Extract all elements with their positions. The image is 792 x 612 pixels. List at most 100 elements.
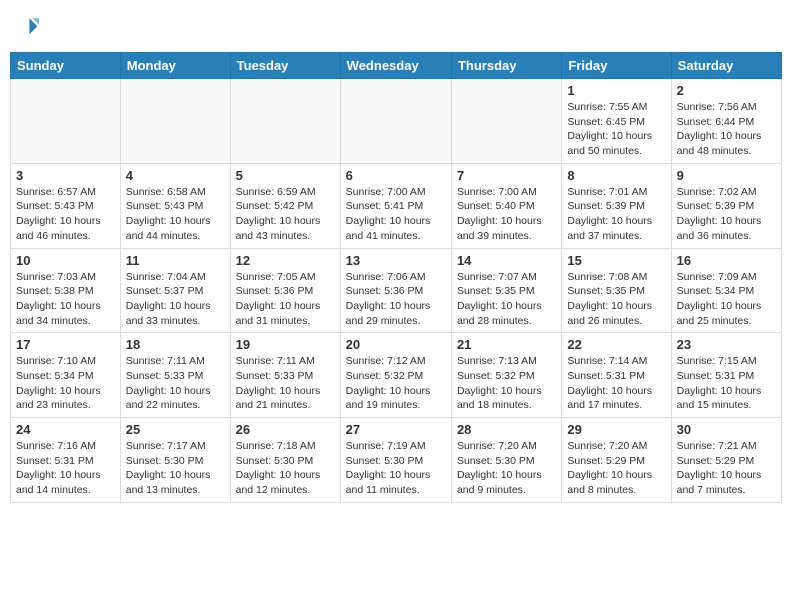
day-info: Sunrise: 7:21 AM Sunset: 5:29 PM Dayligh… bbox=[677, 439, 776, 498]
day-info: Sunrise: 7:55 AM Sunset: 6:45 PM Dayligh… bbox=[567, 100, 665, 159]
calendar-day-cell bbox=[11, 79, 121, 164]
day-info: Sunrise: 6:57 AM Sunset: 5:43 PM Dayligh… bbox=[16, 185, 115, 244]
calendar-day-cell: 29 Sunrise: 7:20 AM Sunset: 5:29 PM Dayli… bbox=[562, 418, 671, 503]
day-number: 6 bbox=[346, 168, 446, 183]
day-info: Sunrise: 7:17 AM Sunset: 5:30 PM Dayligh… bbox=[126, 439, 225, 498]
day-info: Sunrise: 7:16 AM Sunset: 5:31 PM Dayligh… bbox=[16, 439, 115, 498]
calendar-day-cell bbox=[120, 79, 230, 164]
weekday-header-cell: Saturday bbox=[671, 53, 781, 79]
day-number: 23 bbox=[677, 337, 776, 352]
calendar-day-cell: 17 Sunrise: 7:10 AM Sunset: 5:34 PM Dayli… bbox=[11, 333, 121, 418]
day-number: 7 bbox=[457, 168, 556, 183]
calendar-day-cell bbox=[340, 79, 451, 164]
calendar-day-cell: 2 Sunrise: 7:56 AM Sunset: 6:44 PM Daylig… bbox=[671, 79, 781, 164]
calendar-table: SundayMondayTuesdayWednesdayThursdayFrid… bbox=[10, 52, 782, 503]
calendar-day-cell: 25 Sunrise: 7:17 AM Sunset: 5:30 PM Dayli… bbox=[120, 418, 230, 503]
logo-icon bbox=[15, 15, 39, 39]
calendar-day-cell bbox=[451, 79, 561, 164]
calendar-day-cell: 18 Sunrise: 7:11 AM Sunset: 5:33 PM Dayli… bbox=[120, 333, 230, 418]
weekday-header-cell: Tuesday bbox=[230, 53, 340, 79]
day-number: 3 bbox=[16, 168, 115, 183]
day-info: Sunrise: 7:20 AM Sunset: 5:30 PM Dayligh… bbox=[457, 439, 556, 498]
calendar-day-cell: 22 Sunrise: 7:14 AM Sunset: 5:31 PM Dayli… bbox=[562, 333, 671, 418]
calendar-day-cell bbox=[230, 79, 340, 164]
day-number: 22 bbox=[567, 337, 665, 352]
day-number: 24 bbox=[16, 422, 115, 437]
calendar-day-cell: 30 Sunrise: 7:21 AM Sunset: 5:29 PM Dayli… bbox=[671, 418, 781, 503]
day-number: 15 bbox=[567, 253, 665, 268]
day-number: 10 bbox=[16, 253, 115, 268]
day-number: 17 bbox=[16, 337, 115, 352]
calendar-day-cell: 12 Sunrise: 7:05 AM Sunset: 5:36 PM Dayli… bbox=[230, 248, 340, 333]
calendar-day-cell: 15 Sunrise: 7:08 AM Sunset: 5:35 PM Dayli… bbox=[562, 248, 671, 333]
day-info: Sunrise: 7:00 AM Sunset: 5:41 PM Dayligh… bbox=[346, 185, 446, 244]
day-info: Sunrise: 7:56 AM Sunset: 6:44 PM Dayligh… bbox=[677, 100, 776, 159]
day-info: Sunrise: 7:11 AM Sunset: 5:33 PM Dayligh… bbox=[126, 354, 225, 413]
calendar-day-cell: 27 Sunrise: 7:19 AM Sunset: 5:30 PM Dayli… bbox=[340, 418, 451, 503]
day-info: Sunrise: 7:04 AM Sunset: 5:37 PM Dayligh… bbox=[126, 270, 225, 329]
day-info: Sunrise: 7:18 AM Sunset: 5:30 PM Dayligh… bbox=[236, 439, 335, 498]
day-number: 21 bbox=[457, 337, 556, 352]
day-info: Sunrise: 7:10 AM Sunset: 5:34 PM Dayligh… bbox=[16, 354, 115, 413]
day-info: Sunrise: 7:01 AM Sunset: 5:39 PM Dayligh… bbox=[567, 185, 665, 244]
day-info: Sunrise: 7:09 AM Sunset: 5:34 PM Dayligh… bbox=[677, 270, 776, 329]
page-header bbox=[10, 10, 782, 44]
day-info: Sunrise: 7:12 AM Sunset: 5:32 PM Dayligh… bbox=[346, 354, 446, 413]
day-number: 2 bbox=[677, 83, 776, 98]
day-info: Sunrise: 7:03 AM Sunset: 5:38 PM Dayligh… bbox=[16, 270, 115, 329]
calendar-week-row: 1 Sunrise: 7:55 AM Sunset: 6:45 PM Daylig… bbox=[11, 79, 782, 164]
day-number: 4 bbox=[126, 168, 225, 183]
day-info: Sunrise: 7:14 AM Sunset: 5:31 PM Dayligh… bbox=[567, 354, 665, 413]
day-info: Sunrise: 7:19 AM Sunset: 5:30 PM Dayligh… bbox=[346, 439, 446, 498]
day-number: 19 bbox=[236, 337, 335, 352]
day-number: 14 bbox=[457, 253, 556, 268]
day-info: Sunrise: 7:20 AM Sunset: 5:29 PM Dayligh… bbox=[567, 439, 665, 498]
weekday-header-cell: Wednesday bbox=[340, 53, 451, 79]
calendar-day-cell: 1 Sunrise: 7:55 AM Sunset: 6:45 PM Daylig… bbox=[562, 79, 671, 164]
day-number: 20 bbox=[346, 337, 446, 352]
day-number: 5 bbox=[236, 168, 335, 183]
day-number: 1 bbox=[567, 83, 665, 98]
calendar-day-cell: 21 Sunrise: 7:13 AM Sunset: 5:32 PM Dayli… bbox=[451, 333, 561, 418]
day-info: Sunrise: 7:05 AM Sunset: 5:36 PM Dayligh… bbox=[236, 270, 335, 329]
day-info: Sunrise: 6:58 AM Sunset: 5:43 PM Dayligh… bbox=[126, 185, 225, 244]
day-info: Sunrise: 7:13 AM Sunset: 5:32 PM Dayligh… bbox=[457, 354, 556, 413]
calendar-day-cell: 3 Sunrise: 6:57 AM Sunset: 5:43 PM Daylig… bbox=[11, 163, 121, 248]
logo bbox=[15, 15, 41, 44]
day-info: Sunrise: 7:11 AM Sunset: 5:33 PM Dayligh… bbox=[236, 354, 335, 413]
calendar-day-cell: 28 Sunrise: 7:20 AM Sunset: 5:30 PM Dayli… bbox=[451, 418, 561, 503]
calendar-day-cell: 16Sunrise: 7:09 AM Sunset: 5:34 PM Dayli… bbox=[671, 248, 781, 333]
day-info: Sunrise: 7:00 AM Sunset: 5:40 PM Dayligh… bbox=[457, 185, 556, 244]
calendar-day-cell: 10 Sunrise: 7:03 AM Sunset: 5:38 PM Dayli… bbox=[11, 248, 121, 333]
day-number: 30 bbox=[677, 422, 776, 437]
day-info: Sunrise: 7:15 AM Sunset: 5:31 PM Dayligh… bbox=[677, 354, 776, 413]
day-number: 27 bbox=[346, 422, 446, 437]
day-info: Sunrise: 6:59 AM Sunset: 5:42 PM Dayligh… bbox=[236, 185, 335, 244]
calendar-day-cell: 11Sunrise: 7:04 AM Sunset: 5:37 PM Dayli… bbox=[120, 248, 230, 333]
day-number: 18 bbox=[126, 337, 225, 352]
day-number: 28 bbox=[457, 422, 556, 437]
calendar-day-cell: 14Sunrise: 7:07 AM Sunset: 5:35 PM Dayli… bbox=[451, 248, 561, 333]
calendar-week-row: 3 Sunrise: 6:57 AM Sunset: 5:43 PM Daylig… bbox=[11, 163, 782, 248]
calendar-week-row: 17 Sunrise: 7:10 AM Sunset: 5:34 PM Dayli… bbox=[11, 333, 782, 418]
calendar-day-cell: 7 Sunrise: 7:00 AM Sunset: 5:40 PM Daylig… bbox=[451, 163, 561, 248]
calendar-week-row: 10 Sunrise: 7:03 AM Sunset: 5:38 PM Dayli… bbox=[11, 248, 782, 333]
day-number: 8 bbox=[567, 168, 665, 183]
calendar-day-cell: 9 Sunrise: 7:02 AM Sunset: 5:39 PM Daylig… bbox=[671, 163, 781, 248]
weekday-header-cell: Friday bbox=[562, 53, 671, 79]
day-number: 25 bbox=[126, 422, 225, 437]
calendar-day-cell: 8 Sunrise: 7:01 AM Sunset: 5:39 PM Daylig… bbox=[562, 163, 671, 248]
weekday-header-cell: Monday bbox=[120, 53, 230, 79]
day-info: Sunrise: 7:06 AM Sunset: 5:36 PM Dayligh… bbox=[346, 270, 446, 329]
calendar-day-cell: 13Sunrise: 7:06 AM Sunset: 5:36 PM Dayli… bbox=[340, 248, 451, 333]
day-info: Sunrise: 7:02 AM Sunset: 5:39 PM Dayligh… bbox=[677, 185, 776, 244]
day-number: 29 bbox=[567, 422, 665, 437]
calendar-day-cell: 24 Sunrise: 7:16 AM Sunset: 5:31 PM Dayli… bbox=[11, 418, 121, 503]
weekday-header-row: SundayMondayTuesdayWednesdayThursdayFrid… bbox=[11, 53, 782, 79]
day-number: 9 bbox=[677, 168, 776, 183]
day-number: 12 bbox=[236, 253, 335, 268]
day-info: Sunrise: 7:08 AM Sunset: 5:35 PM Dayligh… bbox=[567, 270, 665, 329]
calendar-day-cell: 26Sunrise: 7:18 AM Sunset: 5:30 PM Dayli… bbox=[230, 418, 340, 503]
calendar-week-row: 24 Sunrise: 7:16 AM Sunset: 5:31 PM Dayli… bbox=[11, 418, 782, 503]
calendar-day-cell: 23 Sunrise: 7:15 AM Sunset: 5:31 PM Dayli… bbox=[671, 333, 781, 418]
